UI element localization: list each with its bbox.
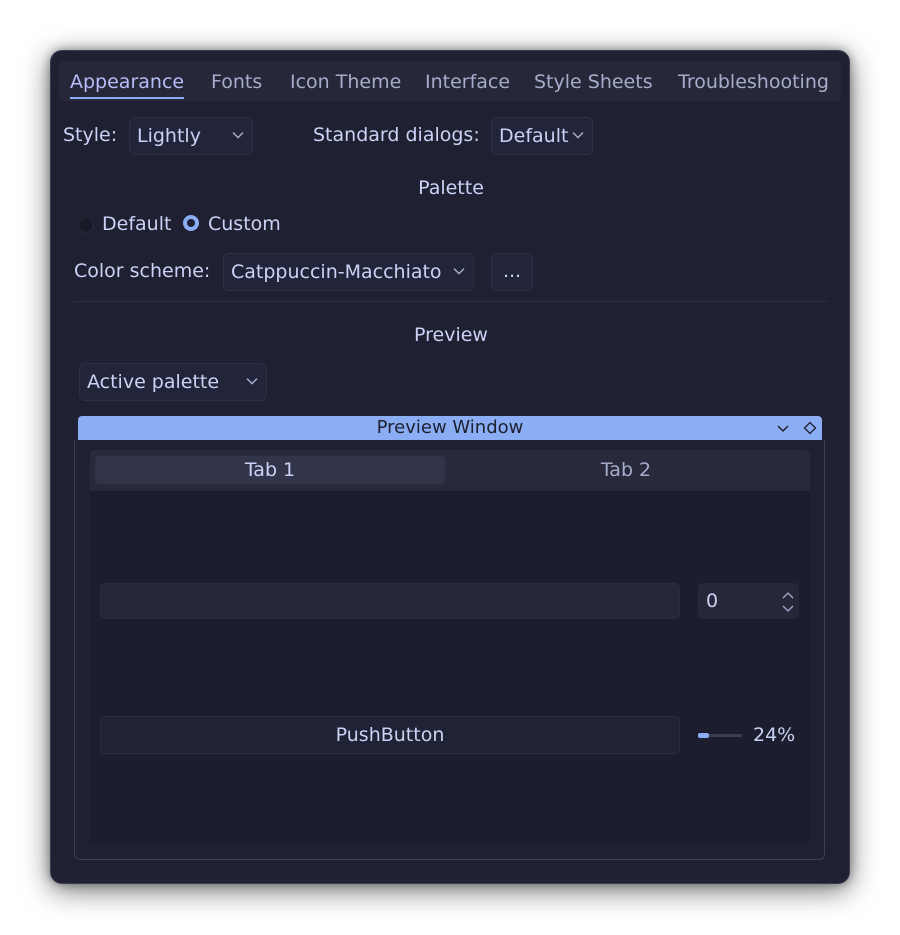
preview-tab-2[interactable]: Tab 2 <box>451 456 801 484</box>
chevron-down-icon <box>453 268 465 275</box>
palette-custom-radio[interactable] <box>183 215 199 231</box>
chevron-down-icon <box>246 378 258 385</box>
standard-dialogs-label: Standard dialogs: <box>313 124 480 146</box>
color-scheme-value: Catppuccin-Macchiato <box>231 261 442 283</box>
preview-tabbar: Tab 1 Tab 2 <box>90 450 810 491</box>
standard-dialogs-combobox[interactable]: Default <box>491 117 593 155</box>
palette-default-radio[interactable] <box>78 217 94 233</box>
preview-line-edit[interactable] <box>100 583 680 619</box>
spin-arrows-icon[interactable] <box>781 591 795 613</box>
diamond-icon[interactable] <box>803 421 817 435</box>
tab-interface[interactable]: Interface <box>425 71 510 93</box>
separator <box>73 301 827 302</box>
chevron-down-icon <box>572 132 584 139</box>
preview-palette-combobox[interactable]: Active palette <box>79 363 267 401</box>
standard-dialogs-value: Default <box>499 125 569 147</box>
preview-palette-value: Active palette <box>87 371 220 393</box>
tab-troubleshooting[interactable]: Troubleshooting <box>678 71 829 93</box>
preview-push-button[interactable]: PushButton <box>100 716 680 754</box>
settings-tabbar: Appearance Fonts Icon Theme Interface St… <box>59 61 841 101</box>
tab-appearance[interactable]: Appearance <box>70 71 185 99</box>
chevron-down-icon[interactable] <box>776 421 790 435</box>
preview-progress-bar <box>698 733 742 738</box>
preview-window: Tab 1 Tab 2 0 PushButton 24% <box>74 440 825 860</box>
chevron-down-icon <box>232 132 244 139</box>
preview-spinbox[interactable]: 0 <box>698 583 799 619</box>
style-combobox[interactable]: Lightly <box>129 117 253 155</box>
color-scheme-combobox[interactable]: Catppuccin-Macchiato <box>223 253 474 291</box>
tab-fonts[interactable]: Fonts <box>211 71 262 93</box>
preview-tab-widget: Tab 1 Tab 2 0 PushButton 24% <box>90 450 810 843</box>
palette-default-label: Default <box>102 213 172 235</box>
preview-window-title: Preview Window <box>376 417 524 438</box>
preview-tab-1[interactable]: Tab 1 <box>95 456 445 484</box>
tab-icon-theme[interactable]: Icon Theme <box>290 71 401 93</box>
style-label: Style: <box>63 124 118 146</box>
palette-heading: Palette <box>418 177 484 199</box>
progress-percent-label: 24% <box>753 724 796 746</box>
palette-custom-label: Custom <box>208 213 281 235</box>
color-scheme-label: Color scheme: <box>74 260 211 282</box>
style-combobox-value: Lightly <box>137 125 201 147</box>
appearance-settings-window: Appearance Fonts Icon Theme Interface St… <box>50 50 850 884</box>
color-scheme-edit-button[interactable]: ... <box>491 253 533 291</box>
preview-heading: Preview <box>414 324 488 346</box>
spinbox-value: 0 <box>706 590 719 612</box>
preview-window-titlebar: Preview Window <box>78 416 822 440</box>
progress-fill <box>698 733 709 738</box>
tab-style-sheets[interactable]: Style Sheets <box>534 71 653 93</box>
